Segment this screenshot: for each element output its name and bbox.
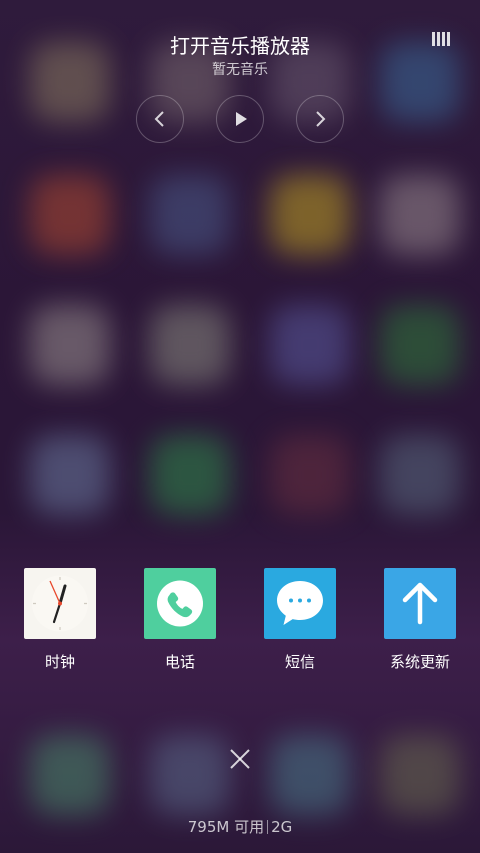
memory-total: 2G (271, 818, 293, 836)
blurred-app-icon (270, 305, 350, 385)
recent-app-label: 时钟 (44, 653, 75, 671)
next-track-button[interactable] (296, 95, 344, 143)
memory-status: 795M 可用 2G (0, 816, 480, 837)
recent-app-label: 电话 (164, 653, 195, 671)
chevron-left-icon (154, 111, 164, 127)
blurred-app-icon (380, 305, 460, 385)
blurred-app-icon (150, 305, 230, 385)
blurred-app-icon (150, 735, 230, 815)
recent-app-phone[interactable]: 电话 (144, 568, 216, 672)
recent-app-system-update[interactable]: 系统更新 (384, 568, 456, 672)
memory-free: 795M 可用 (187, 818, 265, 836)
play-button[interactable] (216, 95, 264, 143)
clear-all-button[interactable] (226, 745, 254, 773)
blurred-app-icon (30, 305, 110, 385)
phone-icon (144, 568, 216, 639)
close-icon (230, 749, 250, 769)
music-player-title[interactable]: 打开音乐播放器 (0, 30, 480, 59)
blurred-app-icon (30, 735, 110, 815)
blurred-app-icon (380, 735, 460, 815)
blurred-app-icon (30, 175, 110, 255)
playlist-icon[interactable] (430, 30, 452, 48)
clock-icon (24, 568, 96, 639)
recent-app-label: 短信 (284, 653, 315, 671)
memory-divider (267, 820, 269, 834)
blurred-app-icon (270, 175, 350, 255)
previous-track-button[interactable] (136, 95, 184, 143)
blurred-app-icon (150, 175, 230, 255)
blurred-app-icon (30, 435, 110, 515)
message-icon (264, 568, 336, 639)
recent-app-messages[interactable]: 短信 (264, 568, 336, 672)
blurred-app-icon (270, 735, 350, 815)
blurred-app-icon (380, 435, 460, 515)
play-icon (236, 112, 247, 126)
blurred-app-icon (150, 435, 230, 515)
update-arrow-icon (384, 568, 456, 639)
music-status: 暂无音乐 (212, 62, 268, 78)
chevron-right-icon (316, 111, 326, 127)
blurred-app-icon (270, 435, 350, 515)
recent-app-clock[interactable]: 时钟 (24, 568, 96, 672)
blurred-app-icon (380, 175, 460, 255)
recent-app-label: 系统更新 (389, 653, 450, 671)
